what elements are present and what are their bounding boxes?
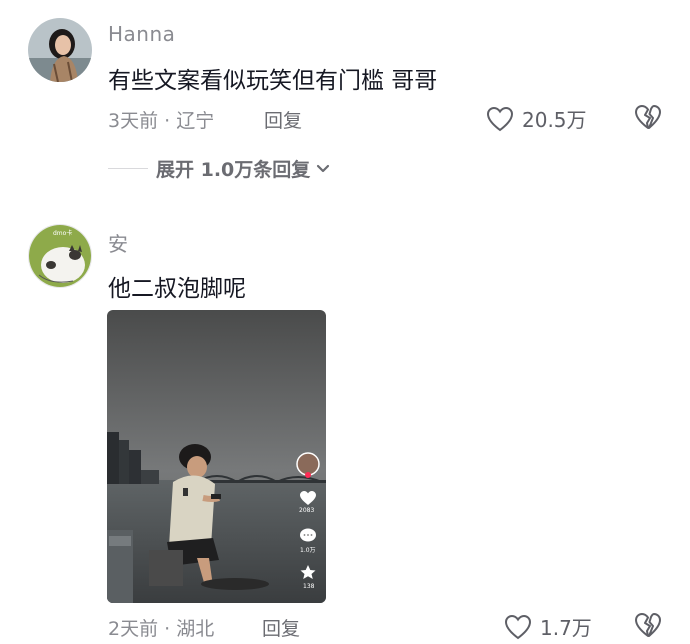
divider [108, 168, 148, 169]
comment-text: 有些文案看似玩笑但有门槛 哥哥 [108, 68, 438, 94]
avatar[interactable] [28, 18, 92, 82]
video-comment-count: 1.0万 [300, 547, 316, 554]
chevron-down-icon [317, 164, 330, 172]
username[interactable]: Hanna [108, 22, 175, 46]
comment-time-location: 3天前 · 辽宁 [108, 110, 215, 132]
video-fav-count: 138 [303, 583, 315, 590]
like-count: 1.7万 [540, 616, 592, 640]
dislike-button[interactable] [634, 612, 662, 642]
reply-button[interactable]: 回复 [262, 614, 300, 641]
comment-meta: 2天前 · 湖北 回复 1.7万 [108, 612, 662, 644]
broken-heart-icon [635, 613, 661, 637]
comment-item: Hanna 有些文案看似玩笑但有门槛 哥哥 3天前 · 辽宁 回复 20.5万 … [0, 0, 690, 200]
like-button[interactable]: 1.7万 [504, 612, 592, 641]
broken-heart-icon [635, 105, 661, 129]
dislike-button[interactable] [634, 104, 662, 134]
like-button[interactable]: 20.5万 [486, 104, 587, 133]
avatar-text: dmo卡 [53, 230, 73, 237]
heart-icon [504, 614, 532, 639]
heart-icon [486, 106, 514, 131]
comment-time-location: 2天前 · 湖北 [108, 618, 215, 640]
video-thumbnail[interactable]: 2083 1.0万 138 [107, 310, 326, 603]
expand-replies[interactable]: 展开 1.0万条回复 [108, 155, 332, 182]
comment-item: dmo卡 安 他二叔泡脚呢 2083 1.0万 138 2天前 · 湖北 回复 … [0, 210, 690, 644]
expand-replies-label: 展开 1.0万条回复 [156, 159, 311, 181]
like-count: 20.5万 [522, 108, 587, 132]
comment-meta: 3天前 · 辽宁 回复 20.5万 [108, 104, 662, 136]
comment-text: 他二叔泡脚呢 [108, 276, 246, 302]
avatar[interactable]: dmo卡 [28, 224, 92, 288]
reply-button[interactable]: 回复 [264, 106, 302, 133]
video-like-count: 2083 [299, 507, 315, 514]
username[interactable]: 安 [108, 228, 129, 257]
